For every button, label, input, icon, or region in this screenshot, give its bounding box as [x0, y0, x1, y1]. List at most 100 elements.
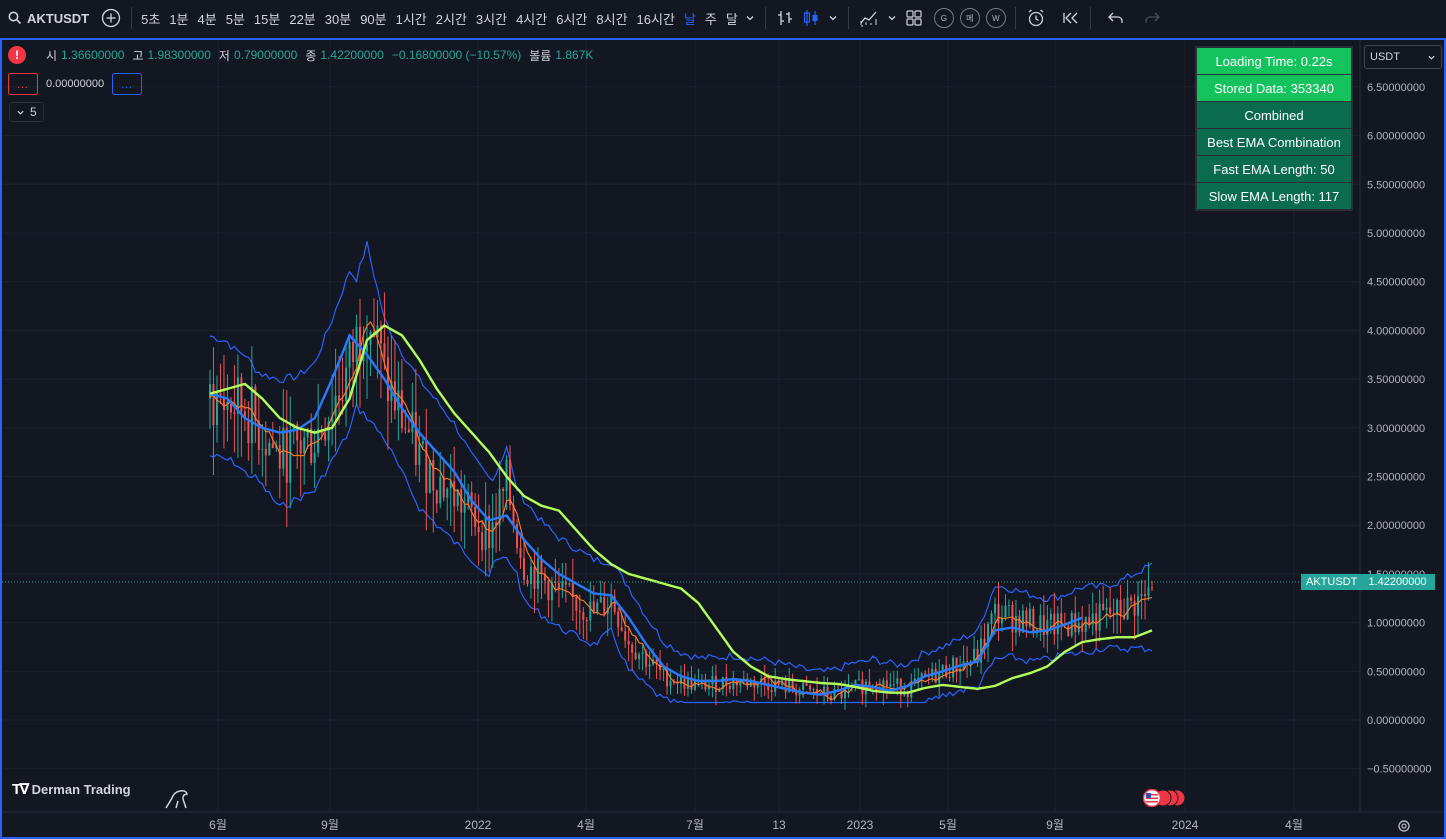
candle-body: [812, 689, 815, 691]
candle-body: [617, 611, 620, 628]
candle-body: [1032, 608, 1035, 634]
candle-body: [596, 602, 599, 612]
chart-grid: [2, 40, 1360, 812]
error-icon[interactable]: !: [8, 46, 26, 64]
candle-body: [278, 444, 281, 469]
candle-body: [1095, 613, 1098, 631]
candle-body: [1137, 596, 1140, 616]
info-row-4: Fast EMA Length: 50: [1197, 156, 1351, 182]
low-value: 0.79000000: [233, 48, 298, 62]
price-tick-label: 0.50000000: [1367, 666, 1425, 678]
time-tick-label: 2022: [465, 818, 492, 832]
candle-body: [463, 503, 466, 513]
last-price-label: 1.42200000: [1360, 574, 1435, 590]
ohlc-legend: ! 시 1.36600000 고 1.98300000 저 0.79000000 종1…: [8, 46, 597, 64]
candle-body: [568, 583, 571, 585]
indicator-value: 0.00000000: [46, 78, 105, 90]
info-row-5: Slow EMA Length: 117: [1197, 183, 1351, 209]
candle-body: [582, 612, 585, 620]
price-tick-label: 0.00000000: [1367, 715, 1425, 727]
chevron-down-icon: [1428, 55, 1435, 60]
collapse-indicators-button[interactable]: 5: [9, 102, 44, 122]
candle-body: [728, 685, 731, 690]
candle-body: [641, 652, 644, 655]
candle-body: [536, 558, 539, 590]
info-row-3: Best EMA Combination: [1197, 129, 1351, 155]
candle-body: [575, 596, 578, 611]
candle-body: [1098, 603, 1101, 631]
candle-body: [648, 664, 651, 667]
candle-body: [345, 367, 348, 401]
candle-body: [739, 681, 742, 686]
currency-select[interactable]: USDT: [1364, 45, 1442, 69]
candle-body: [714, 675, 717, 692]
candle-body: [578, 610, 581, 613]
candle-body: [519, 548, 522, 559]
time-tick-label: 5월: [939, 818, 957, 832]
candle-body: [763, 678, 766, 684]
currency-value: USDT: [1370, 51, 1400, 63]
candle-body: [557, 582, 560, 588]
time-tick-label: 2023: [847, 818, 874, 832]
candle-body: [896, 678, 899, 685]
price-tick-label: 3.50000000: [1367, 374, 1425, 386]
time-tick-label: 9월: [1046, 818, 1064, 832]
candle-body: [421, 441, 424, 444]
candle-body: [1133, 600, 1136, 616]
candle-body: [994, 603, 996, 614]
candle-body: [425, 441, 428, 493]
price-tick-label: 2.00000000: [1367, 520, 1425, 532]
time-tick-label: 9월: [321, 818, 339, 832]
candle-body: [571, 583, 574, 597]
candle-body: [502, 488, 505, 492]
open-value: 1.36600000: [61, 48, 125, 62]
candle-body: [341, 399, 344, 401]
candle-body: [1105, 607, 1108, 611]
collapsed-count: 5: [30, 105, 37, 119]
info-row-2: Combined: [1197, 102, 1351, 128]
candle-body: [1084, 616, 1087, 632]
candle-body: [523, 558, 525, 580]
time-tick-label: 4월: [1285, 818, 1303, 832]
low-label: 저: [218, 48, 230, 63]
price-tick-label: 3.00000000: [1367, 423, 1425, 435]
price-tick-label: 6.50000000: [1367, 82, 1425, 94]
time-tick-label: 4월: [577, 818, 595, 832]
candle-body: [1147, 587, 1150, 596]
info-row-1: Stored Data: 353340: [1197, 75, 1351, 101]
watermark: T∇ Derman Trading: [12, 780, 131, 798]
candle-body: [386, 357, 389, 402]
candle-body: [627, 640, 630, 645]
dinosaur-icon[interactable]: [164, 786, 192, 810]
price-tick-label: 2.50000000: [1367, 472, 1425, 484]
candle-body: [669, 681, 672, 687]
gear-icon[interactable]: [1396, 818, 1412, 834]
candle-body: [442, 476, 445, 498]
candle-body: [285, 427, 288, 483]
candle-body: [1151, 587, 1153, 589]
candle-body: [1039, 615, 1042, 630]
time-tick-label: 2024: [1172, 818, 1199, 832]
candle-body: [435, 490, 438, 504]
candle-body: [857, 679, 860, 681]
candle-body: [212, 384, 215, 426]
indicator-more-button[interactable]: …: [112, 73, 143, 95]
candle-body: [1119, 599, 1122, 616]
candle-body: [215, 392, 218, 426]
candle-body: [453, 481, 456, 507]
candles: [209, 292, 1153, 710]
candle-body: [1056, 613, 1059, 635]
change-value: −0.16800000 (−10.57%): [391, 48, 522, 62]
candle-body: [1025, 610, 1028, 627]
candle-body: [477, 526, 480, 533]
us-flag-events-icon[interactable]: [1142, 789, 1186, 807]
price-tick-label: 6.00000000: [1367, 131, 1425, 143]
candle-body: [247, 418, 250, 444]
candle-body: [1014, 615, 1017, 633]
candle-body: [589, 601, 592, 621]
indicator-settings-button[interactable]: …: [8, 73, 38, 95]
close-label: 종: [305, 48, 317, 63]
candle-body: [439, 476, 442, 504]
candle-body: [809, 685, 812, 690]
volume-value: 1.867K: [555, 48, 594, 62]
